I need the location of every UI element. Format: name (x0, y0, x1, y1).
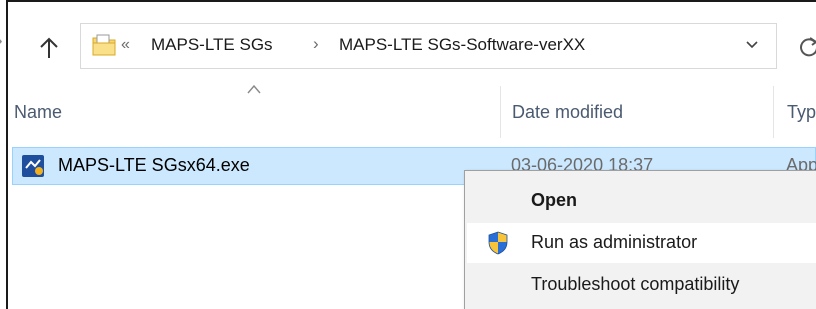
column-header-date-modified[interactable]: Date modified (512, 102, 623, 123)
column-divider[interactable] (773, 86, 774, 138)
menu-item-troubleshoot-compatibility[interactable]: Troubleshoot compatibility (467, 265, 816, 305)
address-bar[interactable]: « MAPS-LTE SGs › MAPS-LTE SGs-Software-v… (80, 23, 777, 69)
breadcrumb-item[interactable]: MAPS-LTE SGs (151, 35, 273, 55)
menu-item-label: Run as administrator (531, 232, 698, 252)
window-border-left (6, 0, 8, 309)
window-border-top (6, 0, 816, 2)
app-exe-icon (22, 155, 44, 177)
refresh-icon[interactable] (798, 34, 816, 58)
column-divider[interactable] (500, 86, 501, 138)
back-chevron-icon[interactable]: › (0, 30, 3, 53)
uac-shield-icon (488, 231, 508, 255)
up-arrow-icon[interactable] (38, 36, 60, 60)
overflow-crumb-indicator[interactable]: « (121, 36, 130, 54)
column-header-name[interactable]: Name (14, 102, 62, 123)
menu-item-label: Troubleshoot compatibility (531, 274, 740, 294)
file-explorer-window: › « MAPS-LTE SGs › MAPS-LTE SGs-Software… (0, 0, 816, 309)
chevron-down-icon[interactable] (744, 36, 760, 52)
menu-item-label: Open (531, 190, 578, 210)
column-header-type[interactable]: Typ (787, 102, 816, 123)
context-menu: Open Run as administrator Troubleshoot c… (464, 170, 816, 309)
sort-ascending-icon (247, 84, 261, 94)
breadcrumb-separator[interactable]: › (313, 34, 319, 54)
menu-item-open[interactable]: Open (467, 181, 816, 221)
file-name: MAPS-LTE SGsx64.exe (58, 155, 250, 175)
breadcrumb-item[interactable]: MAPS-LTE SGs-Software-verXX (339, 35, 585, 55)
menu-item-run-as-administrator[interactable]: Run as administrator (467, 223, 816, 263)
folder-icon (92, 34, 116, 56)
